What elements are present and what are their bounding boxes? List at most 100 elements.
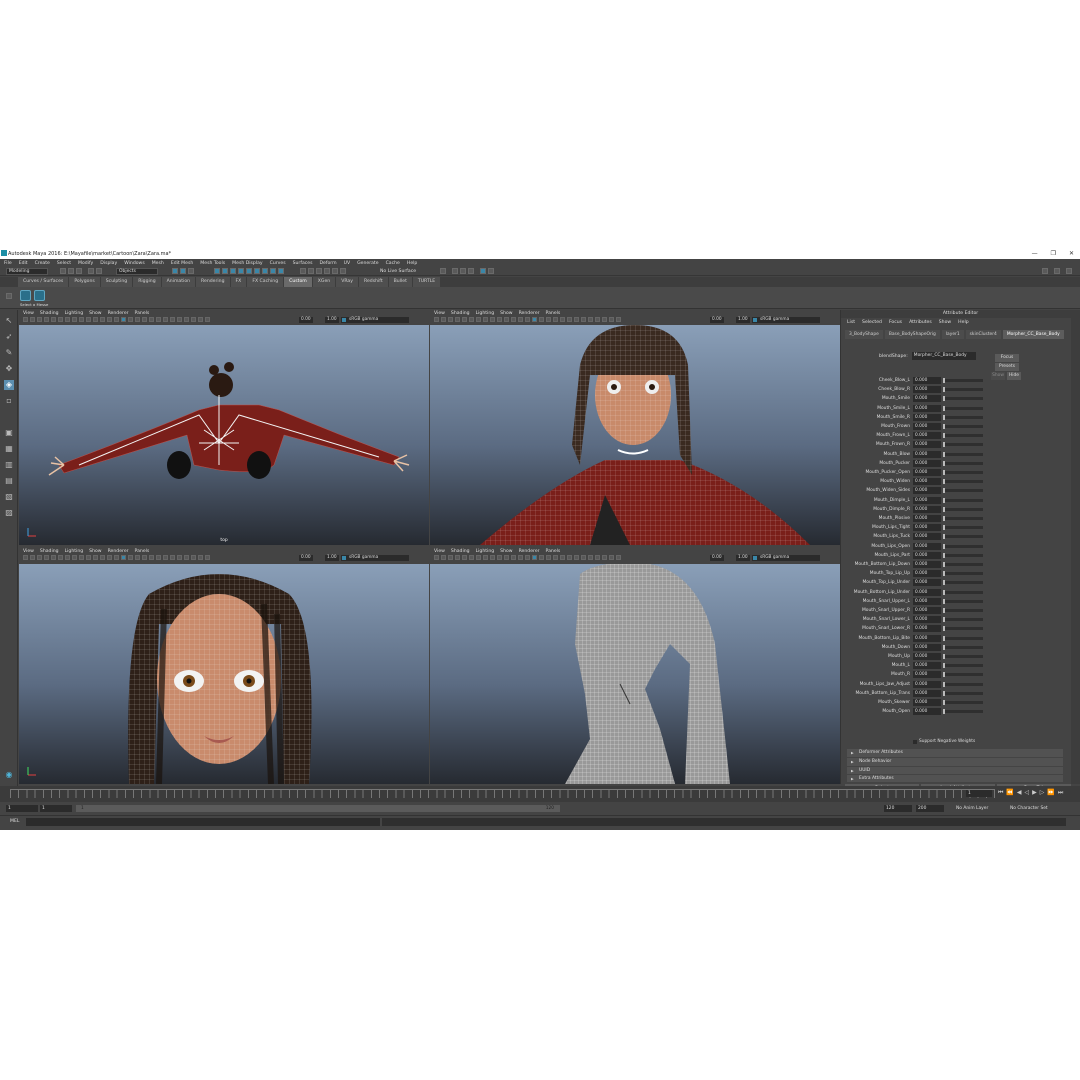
textured-icon[interactable] — [128, 555, 133, 560]
hypershade-icon[interactable] — [480, 268, 486, 274]
backface-culling-icon[interactable] — [198, 317, 203, 322]
target-weight-field[interactable]: 0.000 — [913, 515, 941, 522]
target-weight-field[interactable]: 0.000 — [913, 478, 941, 486]
anim-layer-dropdown[interactable]: No Anim Layer — [956, 805, 988, 812]
selection-mode-dropdown[interactable]: Objects — [116, 268, 158, 275]
target-weight-slider[interactable] — [943, 709, 983, 715]
target-weight-slider[interactable] — [943, 479, 983, 485]
pick-mask-icon[interactable] — [238, 268, 244, 274]
pick-mask-icon[interactable] — [270, 268, 276, 274]
ae-menu-list[interactable]: List — [847, 320, 855, 325]
menu-modify[interactable]: Modify — [78, 261, 93, 266]
depth-of-field-icon[interactable] — [170, 317, 175, 322]
target-weight-slider[interactable] — [943, 562, 983, 567]
two-view-layout-icon[interactable]: ▥ — [4, 460, 14, 470]
target-weight-slider[interactable] — [943, 700, 983, 705]
target-weight-field[interactable]: 0.000 — [913, 395, 941, 403]
target-weight-field[interactable]: 0.000 — [913, 634, 941, 642]
resolution-gate-icon[interactable] — [65, 555, 70, 560]
save-scene-icon[interactable] — [76, 268, 82, 274]
gate-mask-icon[interactable] — [483, 555, 488, 560]
menu-edit[interactable]: Edit — [19, 261, 28, 266]
redo-icon[interactable] — [96, 268, 102, 274]
default-material-icon[interactable] — [114, 317, 119, 322]
viewport-menu-shading[interactable]: Shading — [40, 549, 59, 554]
select-object-icon[interactable] — [180, 268, 186, 274]
select-mesh-shelf-icon[interactable] — [20, 290, 31, 301]
target-weight-slider[interactable] — [943, 424, 983, 429]
target-weight-field[interactable]: 0.000 — [913, 561, 941, 568]
field-chart-icon[interactable] — [490, 555, 495, 560]
step-back-key-icon[interactable]: ⏪ — [1006, 789, 1013, 797]
snap-to-view-plane-icon[interactable] — [324, 268, 330, 274]
render-settings-icon[interactable] — [468, 268, 474, 274]
target-weight-slider[interactable] — [943, 589, 983, 595]
camera-icon[interactable] — [23, 555, 28, 560]
resolution-gate-icon[interactable] — [476, 317, 481, 322]
image-plane-icon[interactable] — [44, 555, 49, 560]
playback-start-field[interactable]: 1 — [40, 805, 72, 812]
pick-mask-icon[interactable] — [262, 268, 268, 274]
move-tool-icon[interactable]: ✥ — [4, 364, 14, 374]
target-weight-field[interactable]: 0.000 — [913, 551, 941, 559]
menu-deform[interactable]: Deform — [320, 261, 337, 266]
safe-action-icon[interactable] — [497, 317, 502, 322]
bookmark-icon[interactable] — [448, 555, 453, 560]
resolution-gate-icon[interactable] — [65, 317, 70, 322]
scale-tool-icon[interactable]: ▫ — [4, 396, 14, 406]
safe-action-icon[interactable] — [86, 555, 91, 560]
exposure-icon[interactable] — [616, 317, 621, 322]
time-slider[interactable]: 1 ⏮ ⏪ ◀ ◁ ▶ ▷ ⏩ ⏭ — [0, 786, 1080, 802]
x-ray-joints-icon[interactable] — [191, 317, 196, 322]
new-scene-icon[interactable] — [60, 268, 66, 274]
gate-mask-icon[interactable] — [483, 317, 488, 322]
select-tool-icon[interactable]: ↖ — [4, 316, 14, 326]
viewport-menu-shading[interactable]: Shading — [451, 311, 470, 316]
field-chart-icon[interactable] — [79, 317, 84, 322]
menu-surfaces[interactable]: Surfaces — [293, 261, 313, 266]
viewport-menu-lighting[interactable]: Lighting — [65, 549, 84, 554]
grid-icon[interactable] — [51, 555, 56, 560]
target-weight-field[interactable]: 0.000 — [913, 689, 941, 697]
target-weight-slider[interactable] — [943, 378, 983, 383]
play-backwards-icon[interactable]: ◁ — [1025, 789, 1030, 797]
shelf-tab-sculpting[interactable]: Sculpting — [100, 277, 133, 287]
tab-bodyshape[interactable]: 3_BodyShape — [845, 330, 883, 339]
viewport-menu-panels[interactable]: Panels — [135, 549, 150, 554]
resolution-gate-icon[interactable] — [476, 555, 481, 560]
field-chart-icon[interactable] — [79, 555, 84, 560]
backface-culling-icon[interactable] — [609, 317, 614, 322]
ae-menu-attributes[interactable]: Attributes — [909, 320, 932, 325]
shelf-tab-rendering[interactable]: Rendering — [196, 277, 230, 287]
wireframe-on-shaded-icon[interactable] — [532, 555, 537, 560]
side-panel-tabs[interactable] — [1071, 310, 1080, 784]
menu-select[interactable]: Select — [57, 261, 71, 266]
playback-end-field[interactable]: 120 — [884, 805, 912, 812]
focus-button[interactable]: Focus — [995, 354, 1019, 362]
ambient-occlusion-icon[interactable] — [149, 317, 154, 322]
target-weight-field[interactable]: 0.000 — [913, 579, 941, 587]
smooth-shade-icon[interactable] — [107, 317, 112, 322]
viewport-persp[interactable] — [430, 325, 840, 545]
film-gate-icon[interactable] — [58, 317, 63, 322]
target-weight-field[interactable]: 0.000 — [913, 441, 941, 449]
target-weight-field[interactable]: 0.000 — [913, 607, 941, 614]
shelf-tab-rigging[interactable]: Rigging — [133, 277, 161, 287]
target-weight-slider[interactable] — [943, 580, 983, 586]
target-weight-slider[interactable] — [943, 387, 983, 393]
shelf-tab-vray[interactable]: VRay — [336, 277, 358, 287]
safe-title-icon[interactable] — [504, 317, 509, 322]
shadows-icon[interactable] — [553, 555, 558, 560]
isolate-select-icon[interactable] — [588, 317, 593, 322]
target-weight-field[interactable]: 0.000 — [913, 680, 941, 688]
undo-icon[interactable] — [88, 268, 94, 274]
wireframe-icon[interactable] — [511, 317, 516, 322]
menu-edit-mesh[interactable]: Edit Mesh — [171, 261, 193, 266]
lights-icon[interactable] — [546, 555, 551, 560]
lights-icon[interactable] — [135, 555, 140, 560]
anti-alias-icon[interactable] — [163, 317, 168, 322]
ae-menu-show[interactable]: Show — [939, 320, 951, 325]
minimize-button[interactable]: — — [1032, 248, 1038, 259]
support-negative-weights-checkbox[interactable]: Support Negative Weights — [913, 739, 975, 744]
section-node-behavior[interactable]: Node Behavior — [847, 758, 1063, 766]
